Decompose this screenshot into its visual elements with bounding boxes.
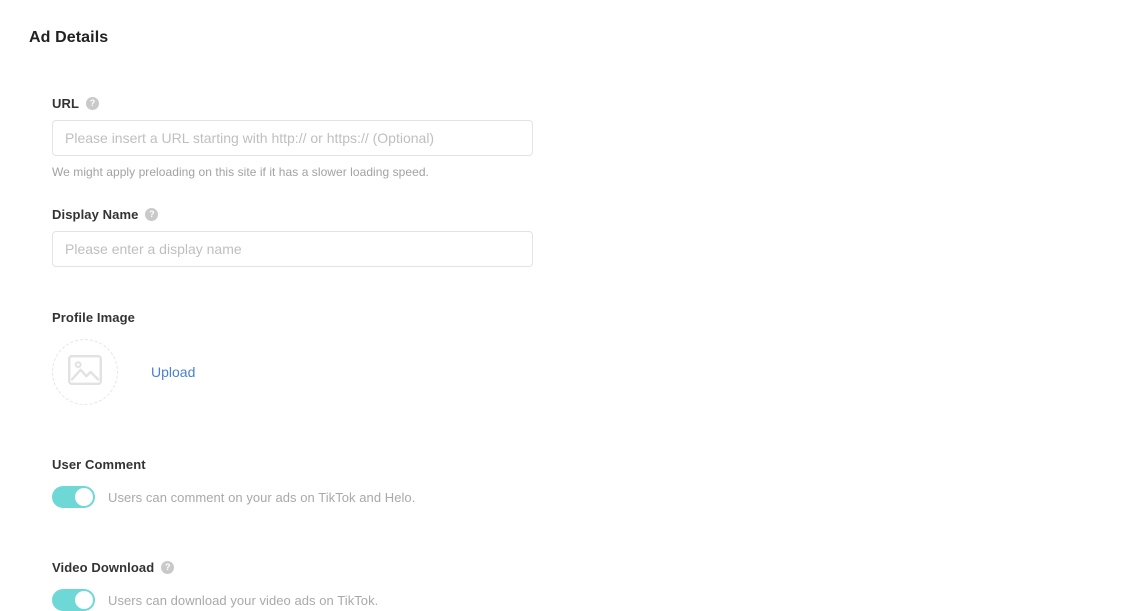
help-icon[interactable]: ? <box>86 97 99 110</box>
video-download-toggle[interactable] <box>52 589 95 611</box>
video-download-row: Users can download your video ads on Tik… <box>52 589 672 611</box>
video-download-label-text: Video Download <box>52 560 154 575</box>
toggle-knob <box>75 591 93 609</box>
field-user-comment: User Comment Users can comment on your a… <box>52 457 672 508</box>
profile-image-label: Profile Image <box>52 310 672 325</box>
user-comment-toggle[interactable] <box>52 486 95 508</box>
help-icon[interactable]: ? <box>145 208 158 221</box>
field-url: URL ? We might apply preloading on this … <box>52 96 672 179</box>
user-comment-description: Users can comment on your ads on TikTok … <box>108 490 415 505</box>
field-profile-image: Profile Image Upload <box>52 310 672 405</box>
profile-image-label-text: Profile Image <box>52 310 135 325</box>
display-name-input[interactable] <box>52 231 533 267</box>
url-helper-text: We might apply preloading on this site i… <box>52 165 672 179</box>
user-comment-row: Users can comment on your ads on TikTok … <box>52 486 672 508</box>
display-name-label-text: Display Name <box>52 207 138 222</box>
image-placeholder-icon <box>68 355 102 390</box>
video-download-description: Users can download your video ads on Tik… <box>108 593 378 608</box>
url-label-text: URL <box>52 96 79 111</box>
display-name-label: Display Name ? <box>52 207 672 222</box>
url-label: URL ? <box>52 96 672 111</box>
user-comment-label-text: User Comment <box>52 457 146 472</box>
field-display-name: Display Name ? <box>52 207 672 267</box>
upload-button[interactable]: Upload <box>151 364 195 380</box>
video-download-label: Video Download ? <box>52 560 672 575</box>
page-title: Ad Details <box>29 29 108 47</box>
profile-image-upload-row: Upload <box>52 339 672 405</box>
field-video-download: Video Download ? Users can download your… <box>52 560 672 611</box>
ad-details-form: URL ? We might apply preloading on this … <box>52 96 672 611</box>
user-comment-label: User Comment <box>52 457 672 472</box>
url-input[interactable] <box>52 120 533 156</box>
profile-image-dropzone[interactable] <box>52 339 118 405</box>
help-icon[interactable]: ? <box>161 561 174 574</box>
toggle-knob <box>75 488 93 506</box>
